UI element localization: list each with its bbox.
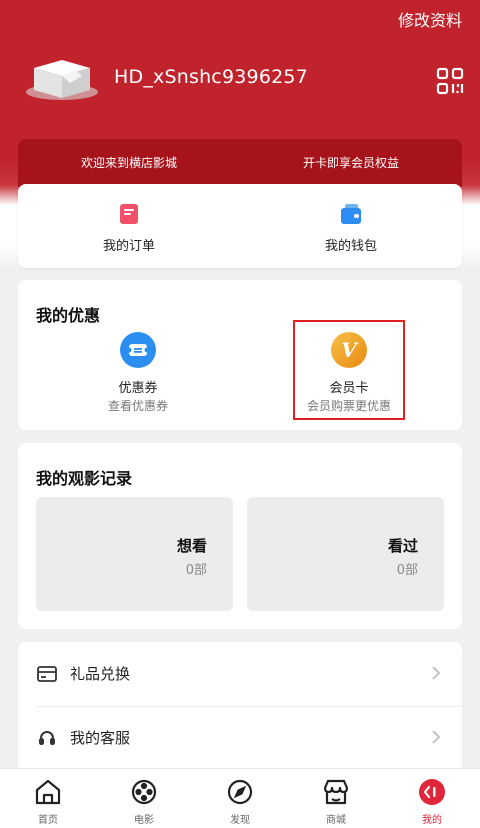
my-orders-button[interactable]: 我的订单 [18,184,240,268]
watched-button[interactable]: 看过 0部 [247,497,444,611]
membership-banner: 欢迎来到横店影城 开卡即享会员权益 [18,139,462,187]
avatar-box-icon[interactable] [24,56,100,102]
tab-movies-label: 电影 [134,815,154,826]
tab-discover[interactable]: 发现 [192,769,288,828]
edit-profile-link[interactable]: 修改资料 [398,7,462,31]
tab-discover-label: 发现 [230,815,250,826]
tab-home[interactable]: 首页 [0,769,96,828]
watched-label: 看过 [387,537,418,555]
tab-profile-label: 我的 [422,815,442,826]
bottom-tab-bar: 首页 电影 发现 商城 我的 [0,768,480,828]
headset-icon [39,731,55,745]
compass-icon [227,779,253,805]
film-reel-icon [131,779,157,805]
gift-card-icon [37,666,57,682]
coupon-subtitle: 查看优惠券 [107,399,168,413]
gift-exchange-row[interactable]: 礼品兑换 [18,642,462,707]
profile-icon [419,779,445,805]
home-icon [35,779,61,805]
wallet-icon [341,204,361,224]
customer-service-label: 我的客服 [70,729,131,747]
want-to-watch-count: 0部 [185,563,207,578]
my-orders-label: 我的订单 [102,239,155,254]
my-wallet-button[interactable]: 我的钱包 [240,184,462,268]
my-offers-card: 我的优惠 优惠券 查看优惠券 V 会员卡 会员购票更优惠 [18,280,462,430]
tab-profile[interactable]: 我的 [384,769,480,828]
open-card-link[interactable]: 开卡即享会员权益 [240,139,462,187]
username: HD_xSnshc9396257 [114,66,308,88]
chevron-right-icon [432,730,441,744]
store-icon [323,779,349,805]
customer-service-row[interactable]: 我的客服 [18,706,462,770]
coupon-button[interactable]: 优惠券 查看优惠券 [68,332,208,415]
tab-store-label: 商城 [326,815,346,826]
tab-movies[interactable]: 电影 [96,769,192,828]
order-icon [120,204,138,224]
viewing-history-title: 我的观影记录 [36,469,133,488]
quick-actions-card: 我的订单 我的钱包 [18,184,462,268]
my-offers-title: 我的优惠 [36,306,101,325]
tab-store[interactable]: 商城 [288,769,384,828]
my-wallet-label: 我的钱包 [324,239,377,254]
ticket-icon [120,332,156,368]
want-to-watch-label: 想看 [176,537,207,555]
welcome-text: 欢迎来到横店影城 [80,156,177,170]
coupon-label: 优惠券 [118,381,158,396]
member-card-highlight-box [293,320,405,420]
qr-code-icon[interactable] [436,67,464,95]
want-to-watch-button[interactable]: 想看 0部 [36,497,233,611]
chevron-right-icon [432,666,441,680]
viewing-history-card: 我的观影记录 想看 0部 看过 0部 [18,443,462,629]
watched-count: 0部 [396,563,418,578]
tab-home-label: 首页 [38,815,58,826]
gift-exchange-label: 礼品兑换 [70,665,131,683]
menu-list-card: 礼品兑换 我的客服 [18,642,462,782]
